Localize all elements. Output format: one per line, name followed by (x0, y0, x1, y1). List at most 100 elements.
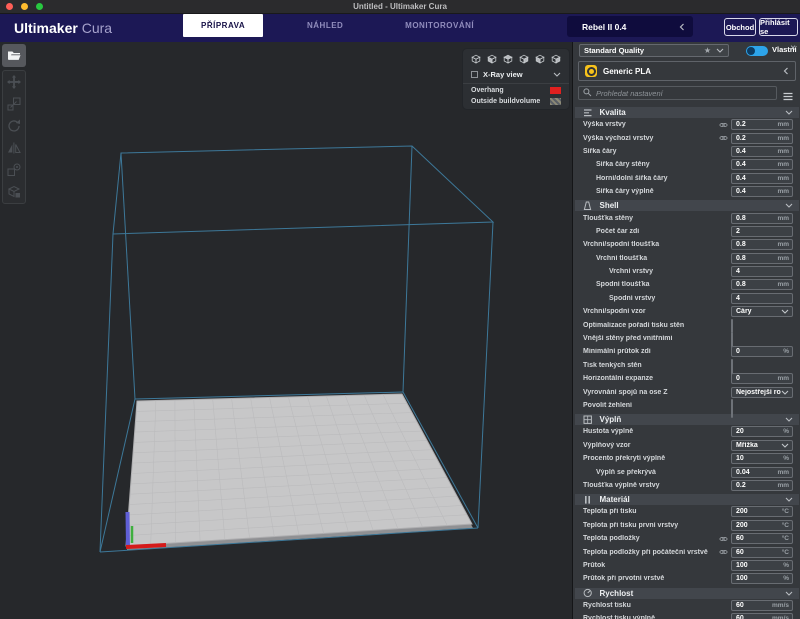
setting-input[interactable]: 0.4mm (731, 173, 793, 184)
printer-selector[interactable]: Rebel II 0.4 (567, 16, 693, 37)
view-left-button[interactable] (535, 54, 545, 64)
link-icon[interactable] (719, 121, 731, 129)
tab-preview[interactable]: NÁHLED (285, 14, 365, 37)
setting-input[interactable]: 0.4mm (731, 146, 793, 157)
scale-tool-button[interactable] (3, 93, 25, 115)
mirror-tool-button[interactable] (3, 137, 25, 159)
setting-value: 0.2 (736, 135, 777, 142)
chevron-down-icon (781, 443, 789, 448)
star-icon[interactable]: ★ (704, 47, 711, 55)
section-header-material[interactable]: Materiál (575, 494, 799, 505)
setting-input[interactable]: 60mm/s (731, 600, 793, 611)
setting-label: Vnější stěny před vnitřními (583, 335, 731, 342)
settings-search[interactable] (578, 86, 777, 100)
open-file-button[interactable] (2, 44, 26, 67)
sign-in-button[interactable]: Přihlásit se (759, 18, 798, 36)
section-header-speed[interactable]: Rychlost (575, 588, 799, 599)
close-panel-icon[interactable]: × (790, 43, 796, 55)
section-header-quality[interactable]: Kvalita (575, 107, 799, 118)
custom-mode-toggle[interactable] (746, 46, 768, 56)
link-icon[interactable] (719, 535, 731, 543)
setting-input[interactable]: 0mm (731, 373, 793, 384)
build-plate-viewport[interactable] (0, 42, 572, 619)
setting-unit: mm (777, 148, 789, 155)
setting-input[interactable]: 0.8mm (731, 279, 793, 290)
settings-menu-icon[interactable] (783, 88, 793, 106)
setting-label: Teplota při tisku první vrstvy (583, 522, 731, 529)
window-title: Untitled - Ultimaker Cura (0, 0, 800, 13)
setting-input[interactable]: 60°C (731, 547, 793, 558)
setting-input[interactable]: 2 (731, 226, 793, 237)
shell-icon (583, 201, 593, 211)
setting-input[interactable]: 0% (731, 346, 793, 357)
setting-input[interactable]: 60°C (731, 533, 793, 544)
view-3d-button[interactable] (471, 54, 481, 64)
setting-input[interactable]: 0.04mm (731, 467, 793, 478)
setting-input[interactable]: 60mm/s (731, 613, 793, 619)
setting-value: 0.2 (736, 121, 777, 128)
setting-unit: mm (777, 255, 789, 262)
section-header-infill[interactable]: Výplň (575, 414, 799, 425)
setting-value: 0.8 (736, 281, 777, 288)
view-right-button[interactable] (551, 54, 561, 64)
setting-input[interactable]: 200°C (731, 506, 793, 517)
toggle-knob (747, 47, 755, 55)
setting-label: Horní/dolní šířka čáry (583, 175, 731, 182)
setting-row: Rychlost tisku60mm/s (573, 599, 800, 612)
setting-dropdown[interactable]: Nejostřejší roh (731, 387, 793, 398)
material-selector[interactable]: Generic PLA (578, 61, 796, 81)
chevron-down-icon (716, 48, 724, 53)
setting-dropdown[interactable]: Mřížka (731, 440, 793, 451)
view-mode-dropdown[interactable]: X-Ray view (463, 67, 569, 82)
setting-input[interactable]: 100% (731, 573, 793, 584)
view-front-icon (487, 54, 497, 64)
setting-dropdown[interactable]: Čáry (731, 306, 793, 317)
setting-input[interactable]: 4 (731, 293, 793, 304)
setting-label: Výška výchozí vrstvy (583, 135, 719, 142)
setting-value: 0.8 (736, 215, 777, 222)
setting-label: Tloušťka stěny (583, 215, 731, 222)
setting-row: Počet čar zdi2 (573, 225, 800, 238)
setting-input[interactable]: 0.2mm (731, 480, 793, 491)
setting-input[interactable]: 20% (731, 426, 793, 437)
setting-label: Šířka čáry výplně (583, 188, 731, 195)
setting-input[interactable]: 0.8mm (731, 213, 793, 224)
setting-value: 200 (736, 522, 782, 529)
setting-input[interactable]: 0.4mm (731, 186, 793, 197)
setting-input[interactable]: 0.8mm (731, 253, 793, 264)
setting-input[interactable]: 200°C (731, 520, 793, 531)
view-front-button[interactable] (487, 54, 497, 64)
link-icon[interactable] (719, 134, 731, 142)
setting-input[interactable]: 0.4mm (731, 159, 793, 170)
setting-row: Hustota výplně20% (573, 425, 800, 438)
setting-label: Počet čar zdi (583, 228, 731, 235)
setting-input[interactable]: 10% (731, 453, 793, 464)
link-icon[interactable] (719, 548, 731, 556)
per-model-settings-tool-button[interactable] (3, 159, 25, 181)
setting-input[interactable]: 0.8mm (731, 239, 793, 250)
setting-label: Spodní vrstvy (583, 295, 731, 302)
view-bottom-button[interactable] (519, 54, 529, 64)
setting-input[interactable]: 100% (731, 560, 793, 571)
tab-monitor[interactable]: MONITOROVÁNÍ (387, 14, 492, 37)
rotate-tool-button[interactable] (3, 115, 25, 137)
section-header-shell[interactable]: Shell (575, 200, 799, 211)
view-3d-icon (471, 54, 481, 64)
view-top-button[interactable] (503, 54, 513, 64)
setting-input[interactable]: 0.2mm (731, 119, 793, 130)
move-tool-button[interactable] (3, 71, 25, 93)
setting-input[interactable]: 0.2mm (731, 133, 793, 144)
setting-label: Tisk tenkých stěn (583, 362, 731, 369)
search-input[interactable] (596, 89, 772, 98)
setting-value: 10 (736, 455, 783, 462)
setting-label: Optimalizace pořadí tisku stěn (583, 322, 731, 329)
support-blocker-tool-button[interactable] (3, 181, 25, 203)
setting-row: Horní/dolní šířka čáry0.4mm (573, 172, 800, 185)
setting-input[interactable]: 4 (731, 266, 793, 277)
setting-checkbox[interactable] (731, 399, 733, 418)
tab-prepare[interactable]: PŘÍPRAVA (183, 14, 263, 37)
legend-swatch-striped (550, 98, 561, 105)
profile-dropdown[interactable]: Standard Quality ★ (579, 44, 729, 57)
marketplace-button[interactable]: Obchod (724, 18, 756, 36)
per-model-settings-tool-icon (6, 162, 22, 178)
